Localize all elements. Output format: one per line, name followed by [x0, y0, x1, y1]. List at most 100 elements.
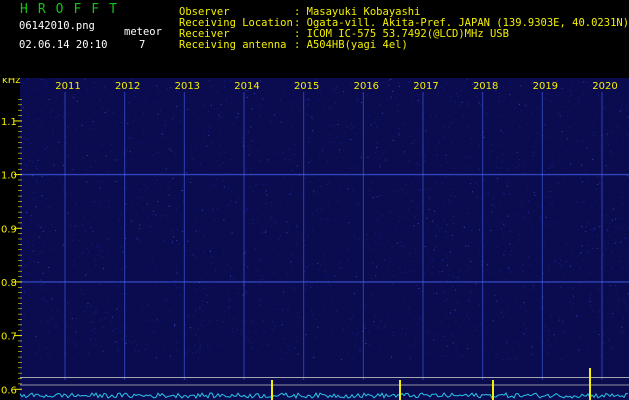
noise-dot: [78, 239, 80, 241]
noise-dot: [373, 321, 375, 323]
noise-dot: [581, 181, 583, 183]
noise-dot: [35, 168, 37, 170]
noise-dot: [72, 341, 74, 343]
noise-dot: [350, 167, 352, 169]
noise-dot: [527, 189, 529, 191]
noise-dot: [248, 340, 250, 342]
noise-dot: [28, 116, 29, 118]
noise-dot: [573, 303, 575, 305]
noise-dot: [267, 343, 269, 345]
noise-dot: [310, 159, 312, 161]
noise-dot: [70, 226, 71, 228]
noise-dot: [413, 318, 415, 320]
noise-dot: [450, 82, 451, 84]
noise-dot: [43, 230, 44, 232]
noise-dot: [390, 78, 392, 80]
noise-dot: [350, 82, 352, 84]
noise-dot: [591, 230, 593, 232]
noise-dot: [71, 96, 73, 98]
noise-dot: [413, 225, 415, 227]
noise-dot: [171, 240, 173, 242]
noise-dot: [488, 157, 490, 159]
noise-dot: [155, 265, 157, 267]
noise-dot: [99, 200, 101, 202]
noise-dot: [366, 239, 368, 241]
noise-dot: [265, 203, 267, 205]
noise-dot: [404, 184, 406, 186]
noise-dot: [197, 328, 199, 330]
noise-dot: [284, 89, 286, 91]
noise-dot: [543, 296, 545, 297]
y-tick-label: 0.9: [1, 224, 17, 235]
noise-dot: [178, 243, 180, 245]
noise-dot: [212, 142, 214, 144]
noise-dot: [171, 230, 173, 232]
noise-dot: [106, 311, 108, 313]
noise-dot: [219, 145, 220, 147]
noise-dot: [250, 140, 252, 142]
noise-dot: [503, 192, 505, 194]
noise-dot: [618, 260, 620, 262]
noise-dot: [496, 300, 498, 302]
noise-dot: [390, 96, 392, 98]
noise-dot: [324, 270, 326, 272]
noise-dot: [126, 186, 128, 188]
noise-dot: [71, 318, 73, 320]
noise-dot: [455, 289, 457, 291]
noise-dot: [596, 184, 598, 185]
noise-dot: [99, 99, 101, 101]
noise-dot: [599, 176, 601, 178]
noise-dot: [116, 180, 118, 182]
noise-dot: [220, 111, 222, 113]
noise-dot: [125, 293, 127, 295]
noise-dot: [355, 276, 357, 277]
noise-dot: [94, 160, 96, 162]
noise-dot: [454, 101, 456, 103]
noise-dot: [263, 343, 265, 345]
noise-dot: [326, 276, 327, 278]
noise-dot: [144, 97, 146, 99]
noise-dot: [479, 144, 480, 146]
noise-dot: [509, 243, 511, 245]
noise-dot: [157, 138, 159, 140]
noise-dot: [432, 266, 434, 267]
noise-dot: [446, 237, 448, 238]
noise-dot: [112, 330, 113, 332]
noise-dot: [587, 82, 589, 84]
noise-dot: [235, 201, 237, 203]
noise-dot: [452, 276, 454, 278]
noise-dot: [125, 266, 127, 268]
noise-dot: [560, 359, 562, 361]
noise-dot: [98, 181, 100, 183]
noise-dot: [244, 250, 246, 252]
noise-dot: [187, 109, 189, 110]
noise-dot: [606, 229, 608, 231]
noise-dot: [391, 356, 392, 358]
noise-dot: [135, 214, 137, 216]
noise-dot: [92, 129, 94, 131]
noise-dot: [572, 295, 574, 297]
noise-dot: [383, 81, 385, 83]
noise-dot: [408, 81, 410, 83]
noise-dot: [376, 196, 378, 198]
noise-dot: [524, 286, 525, 288]
noise-dot: [29, 160, 31, 162]
noise-dot: [566, 138, 568, 140]
noise-dot: [460, 89, 462, 91]
noise-dot: [150, 319, 152, 321]
noise-dot: [274, 114, 276, 116]
noise-dot: [483, 179, 485, 181]
noise-dot: [317, 326, 319, 328]
noise-dot: [287, 226, 289, 228]
noise-dot: [202, 300, 204, 302]
noise-dot: [589, 272, 591, 274]
noise-dot: [330, 109, 332, 111]
noise-dot: [545, 216, 547, 218]
noise-dot: [199, 338, 201, 340]
noise-dot: [116, 125, 118, 127]
noise-dot: [508, 230, 510, 232]
noise-dot: [57, 332, 59, 334]
noise-dot: [392, 90, 394, 92]
noise-dot: [475, 283, 477, 285]
noise-dot: [335, 271, 337, 273]
